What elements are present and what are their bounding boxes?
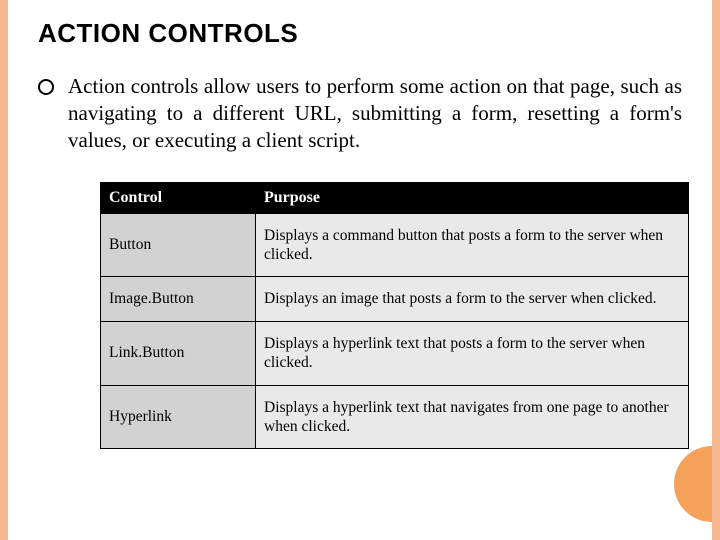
slide: ACTION CONTROLS Action controls allow us… — [0, 0, 720, 540]
cell-control: Image.Button — [101, 277, 256, 321]
corner-accent-icon — [674, 446, 712, 522]
header-control: Control — [101, 182, 256, 213]
intro-paragraph: Action controls allow users to perform s… — [68, 73, 682, 154]
cell-control: Link.Button — [101, 321, 256, 385]
cell-control: Hyperlink — [101, 385, 256, 449]
cell-control: Button — [101, 213, 256, 277]
cell-purpose: Displays a hyperlink text that posts a f… — [256, 321, 689, 385]
controls-table-wrap: Control Purpose Button Displays a comman… — [100, 182, 688, 450]
table-header-row: Control Purpose — [101, 182, 689, 213]
cell-purpose: Displays a hyperlink text that navigates… — [256, 385, 689, 449]
table-row: Hyperlink Displays a hyperlink text that… — [101, 385, 689, 449]
slide-title: ACTION CONTROLS — [38, 18, 682, 49]
header-purpose: Purpose — [256, 182, 689, 213]
table-row: Button Displays a command button that po… — [101, 213, 689, 277]
table-row: Link.Button Displays a hyperlink text th… — [101, 321, 689, 385]
body-row: Action controls allow users to perform s… — [38, 73, 682, 154]
bullet-icon — [38, 79, 54, 95]
cell-purpose: Displays a command button that posts a f… — [256, 213, 689, 277]
table-row: Image.Button Displays an image that post… — [101, 277, 689, 321]
controls-table: Control Purpose Button Displays a comman… — [100, 182, 689, 450]
cell-purpose: Displays an image that posts a form to t… — [256, 277, 689, 321]
